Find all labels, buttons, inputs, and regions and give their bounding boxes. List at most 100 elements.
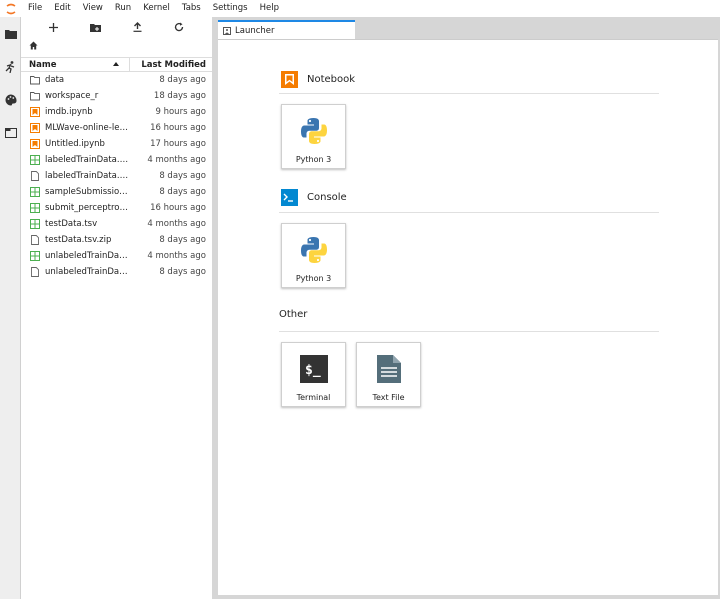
- file-row[interactable]: labeledTrainData.tsv 4 months ago: [21, 152, 212, 168]
- menu-edit[interactable]: Edit: [48, 0, 76, 17]
- file-modified: 16 hours ago: [150, 123, 206, 133]
- new-launcher-icon[interactable]: [44, 19, 64, 35]
- name-column-header[interactable]: Name: [21, 58, 130, 71]
- file-row[interactable]: submit_perceptron.c... 16 hours ago: [21, 200, 212, 216]
- python-logo-icon: [298, 115, 330, 147]
- file-name: data: [45, 75, 65, 85]
- file-name: testData.tsv.zip: [45, 235, 112, 245]
- notebook-icon: [21, 139, 45, 149]
- notebook-section-header: Notebook: [281, 71, 355, 88]
- tabs-icon[interactable]: [0, 116, 21, 149]
- other-section-divider: [279, 331, 659, 332]
- new-folder-icon[interactable]: [86, 19, 106, 35]
- launcher-tab-icon: [223, 26, 231, 35]
- file-row[interactable]: unlabeledTrainData... 4 months ago: [21, 248, 212, 264]
- launcher-panel: Notebook Python 3 Console Python 3 Other…: [218, 39, 718, 595]
- file-modified: 8 days ago: [159, 267, 206, 277]
- table-icon: [21, 219, 45, 229]
- menu-tabs[interactable]: Tabs: [176, 0, 207, 17]
- menu-run[interactable]: Run: [109, 0, 137, 17]
- left-sidebar-tabs: [0, 17, 21, 599]
- file-icon: [21, 235, 45, 245]
- file-modified: 9 hours ago: [155, 107, 206, 117]
- folder-icon: [21, 91, 45, 101]
- svg-text:$_: $_: [305, 363, 321, 378]
- file-name: submit_perceptron.c...: [45, 203, 130, 213]
- refresh-icon[interactable]: [169, 19, 189, 35]
- file-row[interactable]: Untitled.ipynb 17 hours ago: [21, 136, 212, 152]
- table-icon: [21, 251, 45, 261]
- file-name: testData.tsv: [45, 219, 98, 229]
- file-name: workspace_r: [45, 91, 99, 101]
- terminal-icon: $_: [298, 353, 330, 385]
- card-label: Python 3: [295, 155, 332, 164]
- table-icon: [21, 203, 45, 213]
- file-name: MLWave-online-lear...: [45, 123, 130, 133]
- file-modified: 16 hours ago: [150, 203, 206, 213]
- console-section-divider: [279, 212, 659, 213]
- file-name: unlabeledTrainData...: [45, 251, 130, 261]
- file-row[interactable]: testData.tsv.zip 8 days ago: [21, 232, 212, 248]
- file-modified: 4 months ago: [147, 155, 206, 165]
- file-name: imdb.ipynb: [45, 107, 93, 117]
- file-browser: Name Last Modified data 8 days ago workspa…: [21, 17, 212, 599]
- file-name: labeledTrainData.tsv: [45, 155, 130, 165]
- file-row[interactable]: labeledTrainData.tsv... 8 days ago: [21, 168, 212, 184]
- file-name: Untitled.ipynb: [45, 139, 105, 149]
- other-section-header: Other: [279, 309, 307, 320]
- card-label: Python 3: [295, 274, 332, 283]
- other-section-title: Other: [279, 309, 308, 320]
- file-modified: 17 hours ago: [150, 139, 206, 149]
- card-label: Text File: [372, 393, 405, 402]
- console-section-icon: [281, 189, 298, 206]
- menu-settings[interactable]: Settings: [207, 0, 254, 17]
- console-python3-card[interactable]: Python 3: [281, 223, 346, 288]
- file-modified: 4 months ago: [147, 219, 206, 229]
- file-modified: 8 days ago: [159, 187, 206, 197]
- notebook-section-title: Notebook: [307, 74, 356, 85]
- running-icon[interactable]: [0, 50, 21, 83]
- menu-view[interactable]: View: [77, 0, 109, 17]
- file-modified: 8 days ago: [159, 75, 206, 85]
- palette-icon[interactable]: [0, 83, 21, 116]
- file-row[interactable]: testData.tsv 4 months ago: [21, 216, 212, 232]
- file-icon: [21, 267, 45, 277]
- text-file-card[interactable]: Text File: [356, 342, 421, 407]
- home-icon[interactable]: [29, 41, 38, 53]
- folder-icon: [21, 75, 45, 85]
- tab-launcher[interactable]: Launcher: [218, 20, 355, 39]
- file-row[interactable]: imdb.ipynb 9 hours ago: [21, 104, 212, 120]
- file-row[interactable]: sampleSubmission.csv 8 days ago: [21, 184, 212, 200]
- file-browser-toolbar: [21, 17, 212, 37]
- file-modified: 8 days ago: [159, 235, 206, 245]
- menu-help[interactable]: Help: [254, 0, 285, 17]
- file-row[interactable]: MLWave-online-lear... 16 hours ago: [21, 120, 212, 136]
- last-modified-column-header[interactable]: Last Modified: [130, 58, 212, 72]
- tab-label: Launcher: [235, 25, 275, 36]
- file-row[interactable]: data 8 days ago: [21, 72, 212, 88]
- console-section-header: Console: [281, 189, 347, 206]
- file-modified: 18 days ago: [153, 91, 206, 101]
- file-name: labeledTrainData.tsv...: [45, 171, 130, 181]
- file-list: data 8 days ago workspace_r 18 days ago imdb…: [21, 72, 212, 280]
- file-modified: 4 months ago: [147, 251, 206, 261]
- terminal-card[interactable]: $_ Terminal: [281, 342, 346, 407]
- card-label: Terminal: [296, 393, 331, 402]
- notebook-python3-card[interactable]: Python 3: [281, 104, 346, 169]
- menu-file[interactable]: File: [22, 0, 48, 17]
- notebook-section-divider: [279, 93, 659, 94]
- console-section-title: Console: [307, 192, 347, 203]
- file-row[interactable]: workspace_r 18 days ago: [21, 88, 212, 104]
- file-name: sampleSubmission.csv: [45, 187, 130, 197]
- menu-bar: File Edit View Run Kernel Tabs Settings …: [0, 0, 720, 17]
- table-icon: [21, 187, 45, 197]
- menu-kernel[interactable]: Kernel: [137, 0, 176, 17]
- upload-icon[interactable]: [127, 19, 147, 35]
- file-modified: 8 days ago: [159, 171, 206, 181]
- file-row[interactable]: unlabeledTrainData... 8 days ago: [21, 264, 212, 280]
- notebook-section-icon: [281, 71, 298, 88]
- file-name: unlabeledTrainData...: [45, 267, 130, 277]
- python-logo-icon: [298, 234, 330, 266]
- folder-icon[interactable]: [0, 17, 21, 50]
- main-dock-area: Launcher Notebook Python 3 Console Pytho…: [216, 17, 720, 599]
